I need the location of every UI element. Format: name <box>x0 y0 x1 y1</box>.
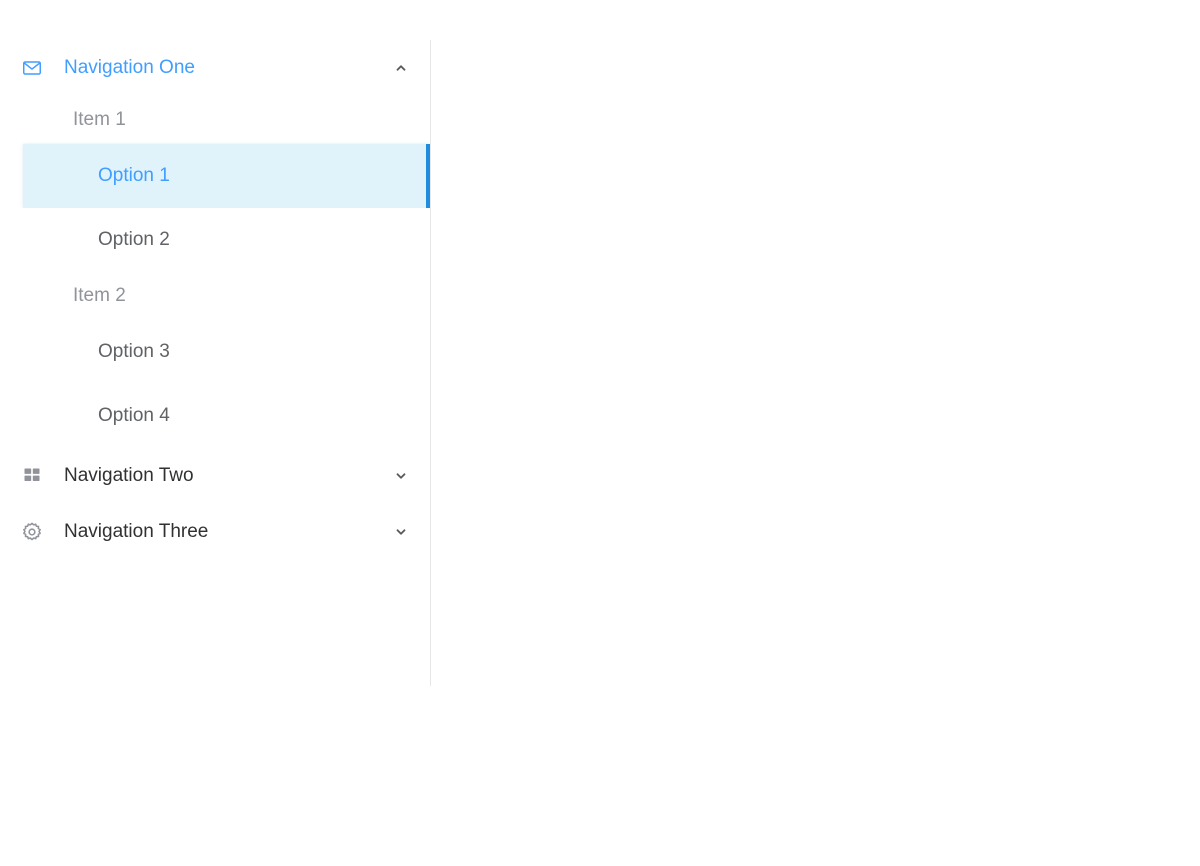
menu-item-option-2[interactable]: Option 2 <box>0 208 430 272</box>
menu-list: Navigation One Item 1 Option 1 Option 2 … <box>0 40 430 560</box>
submenu-label-navigation-two: Navigation Two <box>64 465 194 486</box>
menu-group-title-item-2: Item 2 <box>73 285 126 306</box>
submenu-title-navigation-one[interactable]: Navigation One <box>0 40 430 96</box>
grid-icon <box>20 464 44 488</box>
submenu-label-navigation-three: Navigation Three <box>64 521 209 542</box>
chevron-down-icon[interactable] <box>392 467 410 485</box>
gear-icon <box>20 520 44 544</box>
chevron-down-icon[interactable] <box>392 523 410 541</box>
submenu-title-navigation-three[interactable]: Navigation Three <box>0 504 430 560</box>
submenu-navigation-three: Navigation Three <box>0 504 430 560</box>
envelope-icon <box>20 56 44 80</box>
menu-group-title-item-1: Item 1 <box>73 109 126 130</box>
menu-item-option-3[interactable]: Option 3 <box>0 320 430 384</box>
menu-item-option-1[interactable]: Option 1 <box>23 144 430 208</box>
menu-item-option-4[interactable]: Option 4 <box>0 384 430 448</box>
main-content-area <box>431 0 1200 866</box>
submenu-title-navigation-two[interactable]: Navigation Two <box>0 448 430 504</box>
submenu-panel-navigation-one: Item 1 Option 1 Option 2 Item 2 Option 3… <box>0 96 430 448</box>
submenu-navigation-one: Navigation One Item 1 Option 1 Option 2 … <box>0 40 430 448</box>
submenu-label-navigation-one: Navigation One <box>64 57 195 78</box>
submenu-navigation-two: Navigation Two <box>0 448 430 504</box>
app-root: Navigation One Item 1 Option 1 Option 2 … <box>0 0 1200 866</box>
sidebar-navigation-menu: Navigation One Item 1 Option 1 Option 2 … <box>0 40 431 686</box>
chevron-up-icon[interactable] <box>392 59 410 77</box>
